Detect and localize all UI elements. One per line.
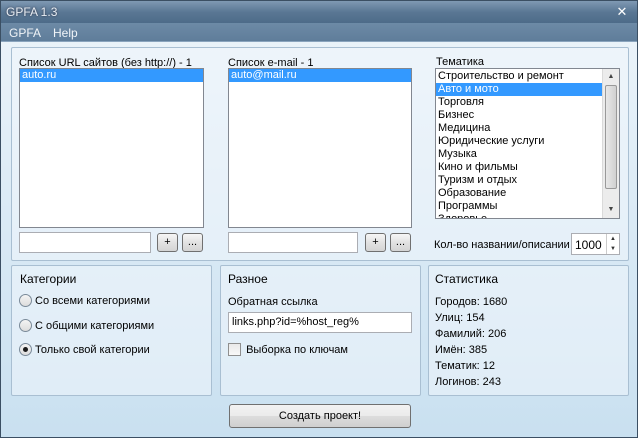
window-title: GPFA 1.3 <box>6 5 58 19</box>
themes-listbox[interactable]: Строительство и ремонт Авто и мото Торговл… <box>435 68 620 219</box>
misc-title: Разное <box>228 272 268 286</box>
stat-names: Имён: 385 <box>435 344 488 356</box>
spinner-buttons: ▲ ▼ <box>606 234 619 254</box>
radio-label: Со всеми категориями <box>35 294 150 307</box>
themes-rows: Строительство и ремонт Авто и мото Торговл… <box>436 70 602 218</box>
theme-list-item[interactable]: Авто и мото <box>436 83 602 96</box>
category-option-own[interactable]: Только свой категории <box>19 343 150 357</box>
main-window: GPFA 1.3 ✕ GPFA Help Список URL сайтов (… <box>0 0 638 438</box>
browse-url-button[interactable]: ... <box>182 233 203 252</box>
stat-streets: Улиц: 154 <box>435 312 485 324</box>
create-project-button[interactable]: Создать проект! <box>229 404 411 428</box>
count-spinner[interactable]: 1000 ▲ ▼ <box>571 233 620 255</box>
category-option-all[interactable]: Со всеми категориями <box>19 294 150 308</box>
scroll-down-icon[interactable]: ▼ <box>603 202 619 218</box>
themes-label: Тематика <box>436 56 485 68</box>
scroll-up-icon[interactable]: ▲ <box>603 69 619 85</box>
themes-scrollbar[interactable]: ▲ ▼ <box>602 69 619 218</box>
stat-surnames: Фамилий: 206 <box>435 328 507 340</box>
theme-list-item[interactable]: Здоровье <box>436 213 602 218</box>
menu-gpfa[interactable]: GPFA <box>9 26 41 40</box>
theme-list-item[interactable]: Программы <box>436 200 602 213</box>
backlink-input[interactable]: links.php?id=%host_reg% <box>228 312 412 333</box>
radio-label: Только свой категории <box>35 343 150 356</box>
theme-list-item[interactable]: Музыка <box>436 148 602 161</box>
category-option-common[interactable]: С общими категориями <box>19 319 154 333</box>
keyword-checkbox-label: Выборка по ключам <box>246 343 348 356</box>
add-url-button[interactable]: + <box>157 233 178 252</box>
backlink-label: Обратная ссылка <box>228 296 318 308</box>
close-icon[interactable]: ✕ <box>613 3 631 20</box>
theme-list-item[interactable]: Медицина <box>436 122 602 135</box>
menu-help[interactable]: Help <box>53 26 78 40</box>
email-input[interactable] <box>228 232 358 253</box>
theme-list-item[interactable]: Кино и фильмы <box>436 161 602 174</box>
radio-icon[interactable] <box>19 319 32 332</box>
radio-label: С общими категориями <box>35 319 155 332</box>
menu-bar: GPFA Help <box>1 23 637 42</box>
scroll-thumb[interactable] <box>605 85 617 189</box>
title-bar: GPFA 1.3 ✕ <box>1 1 637 23</box>
stat-themes: Тематик: 12 <box>435 360 496 372</box>
theme-list-item[interactable]: Туризм и отдых <box>436 174 602 187</box>
theme-list-item[interactable]: Образование <box>436 187 602 200</box>
email-listbox[interactable]: auto@mail.ru <box>228 68 412 228</box>
stats-title: Статистика <box>435 272 499 286</box>
theme-list-item[interactable]: Торговля <box>436 96 602 109</box>
count-value[interactable]: 1000 <box>575 238 602 252</box>
spin-down-icon[interactable]: ▼ <box>607 244 619 254</box>
browse-email-button[interactable]: ... <box>390 233 411 252</box>
spin-up-icon[interactable]: ▲ <box>607 234 619 244</box>
stat-logins: Логинов: 243 <box>435 376 501 388</box>
theme-list-item[interactable]: Бизнес <box>436 109 602 122</box>
url-listbox[interactable]: auto.ru <box>19 68 204 228</box>
url-list-item[interactable]: auto.ru <box>20 69 203 82</box>
radio-icon[interactable] <box>19 294 32 307</box>
stat-cities: Городов: 1680 <box>435 296 508 308</box>
add-email-button[interactable]: + <box>365 233 386 252</box>
url-input[interactable] <box>19 232 151 253</box>
checkbox-icon[interactable] <box>228 343 241 356</box>
theme-list-item[interactable]: Юридические услуги <box>436 135 602 148</box>
email-list-item[interactable]: auto@mail.ru <box>229 69 411 82</box>
count-label: Кол-во названии/описании <box>434 239 570 251</box>
categories-title: Категории <box>20 272 77 286</box>
radio-icon[interactable] <box>19 343 32 356</box>
keyword-checkbox-row[interactable]: Выборка по ключам <box>228 343 348 356</box>
theme-list-item[interactable]: Строительство и ремонт <box>436 70 602 83</box>
